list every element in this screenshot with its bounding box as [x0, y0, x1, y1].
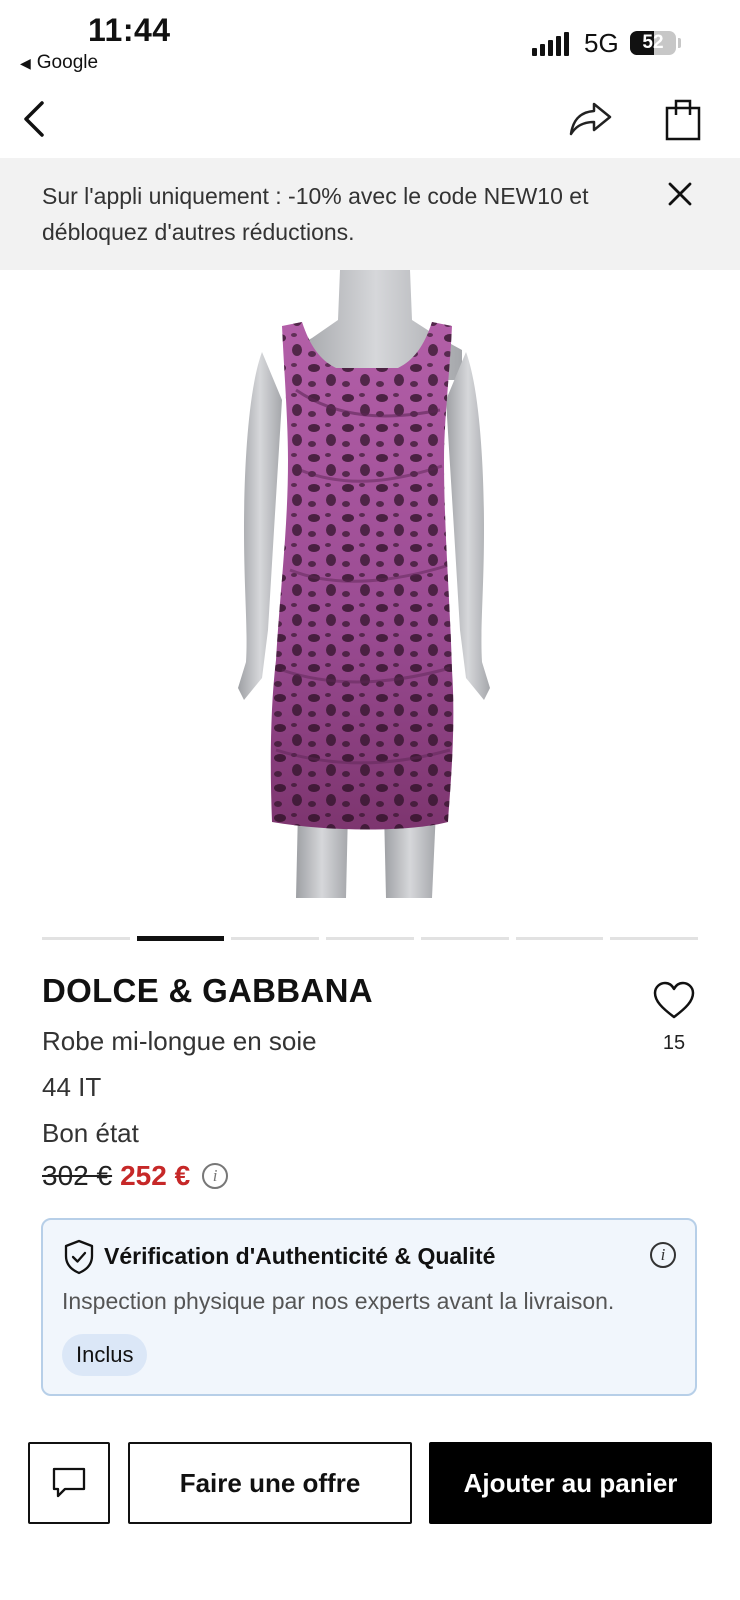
authenticity-title: Vérification d'Authenticité & Qualité [104, 1243, 496, 1269]
battery-icon: 52 [630, 31, 676, 55]
chat-button[interactable] [28, 1442, 110, 1524]
carousel-segment[interactable] [326, 937, 414, 940]
product-size: 44 IT [42, 1072, 102, 1102]
carousel-segment[interactable] [515, 937, 604, 940]
authenticity-info-icon[interactable]: i [650, 1242, 676, 1268]
included-badge: Inclus [62, 1334, 148, 1376]
product-image[interactable] [0, 270, 740, 898]
network-type: 5G [584, 28, 619, 58]
product-condition: Bon état [42, 1118, 139, 1148]
back-app-label: Google [36, 52, 99, 73]
promo-banner-text: Sur l'appli uniquement : -10% avec le co… [42, 183, 589, 245]
carousel-segment[interactable] [136, 936, 225, 941]
battery-level: 52 [642, 32, 664, 53]
carousel-indicator[interactable] [42, 936, 699, 941]
authenticity-subtitle: Inspection physique par nos experts avan… [62, 1288, 615, 1314]
shield-check-icon [63, 1239, 95, 1275]
carousel-segment[interactable] [610, 937, 699, 940]
add-to-cart-button[interactable]: Ajouter au panier [429, 1442, 712, 1524]
cellular-signal-icon [532, 30, 569, 56]
product-brand[interactable]: DOLCE & GABBANA [42, 972, 373, 1010]
carousel-segment[interactable] [420, 937, 509, 940]
share-icon[interactable] [568, 98, 614, 140]
carousel-segment[interactable] [42, 937, 130, 940]
make-offer-button[interactable]: Faire une offre [128, 1442, 412, 1524]
product-description: Robe mi-longue en soie [42, 1026, 317, 1056]
status-time: 11:44 [88, 12, 171, 48]
back-chevron-icon[interactable] [18, 98, 58, 140]
chat-bubble-icon [52, 1467, 86, 1498]
likes-count: 15 [662, 1032, 686, 1054]
close-icon[interactable] [664, 178, 696, 210]
back-to-app-link[interactable]: ◀ Google [20, 52, 98, 74]
price-row: 302 € 252 € i [42, 1160, 229, 1192]
back-triangle-icon: ◀ [20, 54, 31, 71]
heart-icon[interactable] [652, 980, 696, 1020]
old-price: 302 € [42, 1160, 113, 1191]
carousel-segment[interactable] [231, 937, 320, 940]
shopping-bag-icon[interactable] [664, 96, 702, 142]
price-info-icon[interactable]: i [202, 1163, 229, 1189]
battery-tip [678, 38, 681, 48]
current-price: 252 € [120, 1160, 191, 1191]
